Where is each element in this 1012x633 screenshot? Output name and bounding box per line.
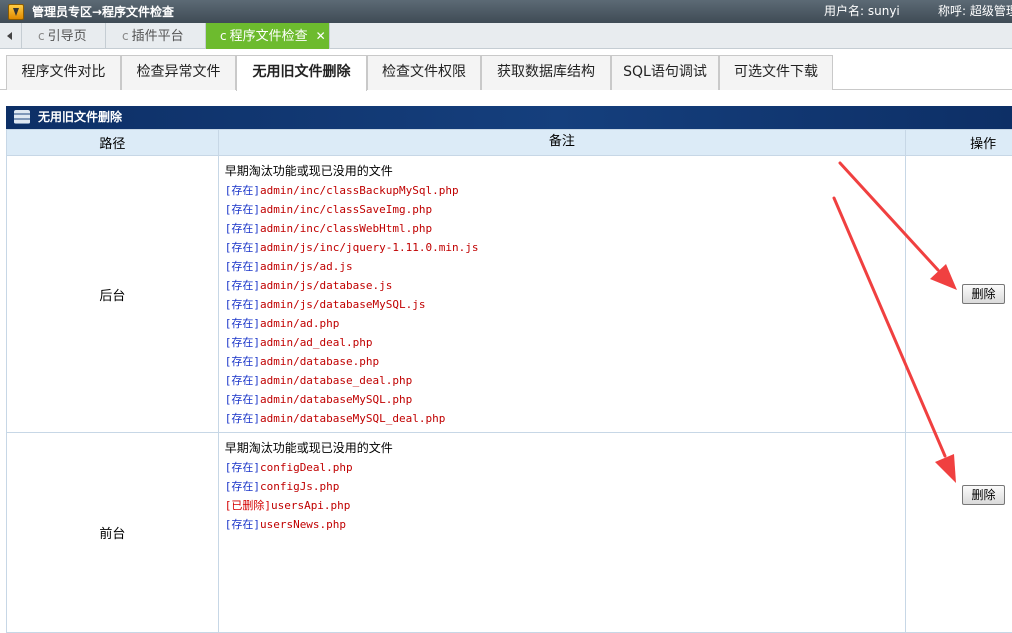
annotation-arrows	[0, 0, 1012, 524]
arrowhead-icon	[935, 454, 956, 483]
arrow-to-delete-frontend	[834, 198, 945, 456]
arrow-to-delete-backend	[840, 163, 938, 270]
